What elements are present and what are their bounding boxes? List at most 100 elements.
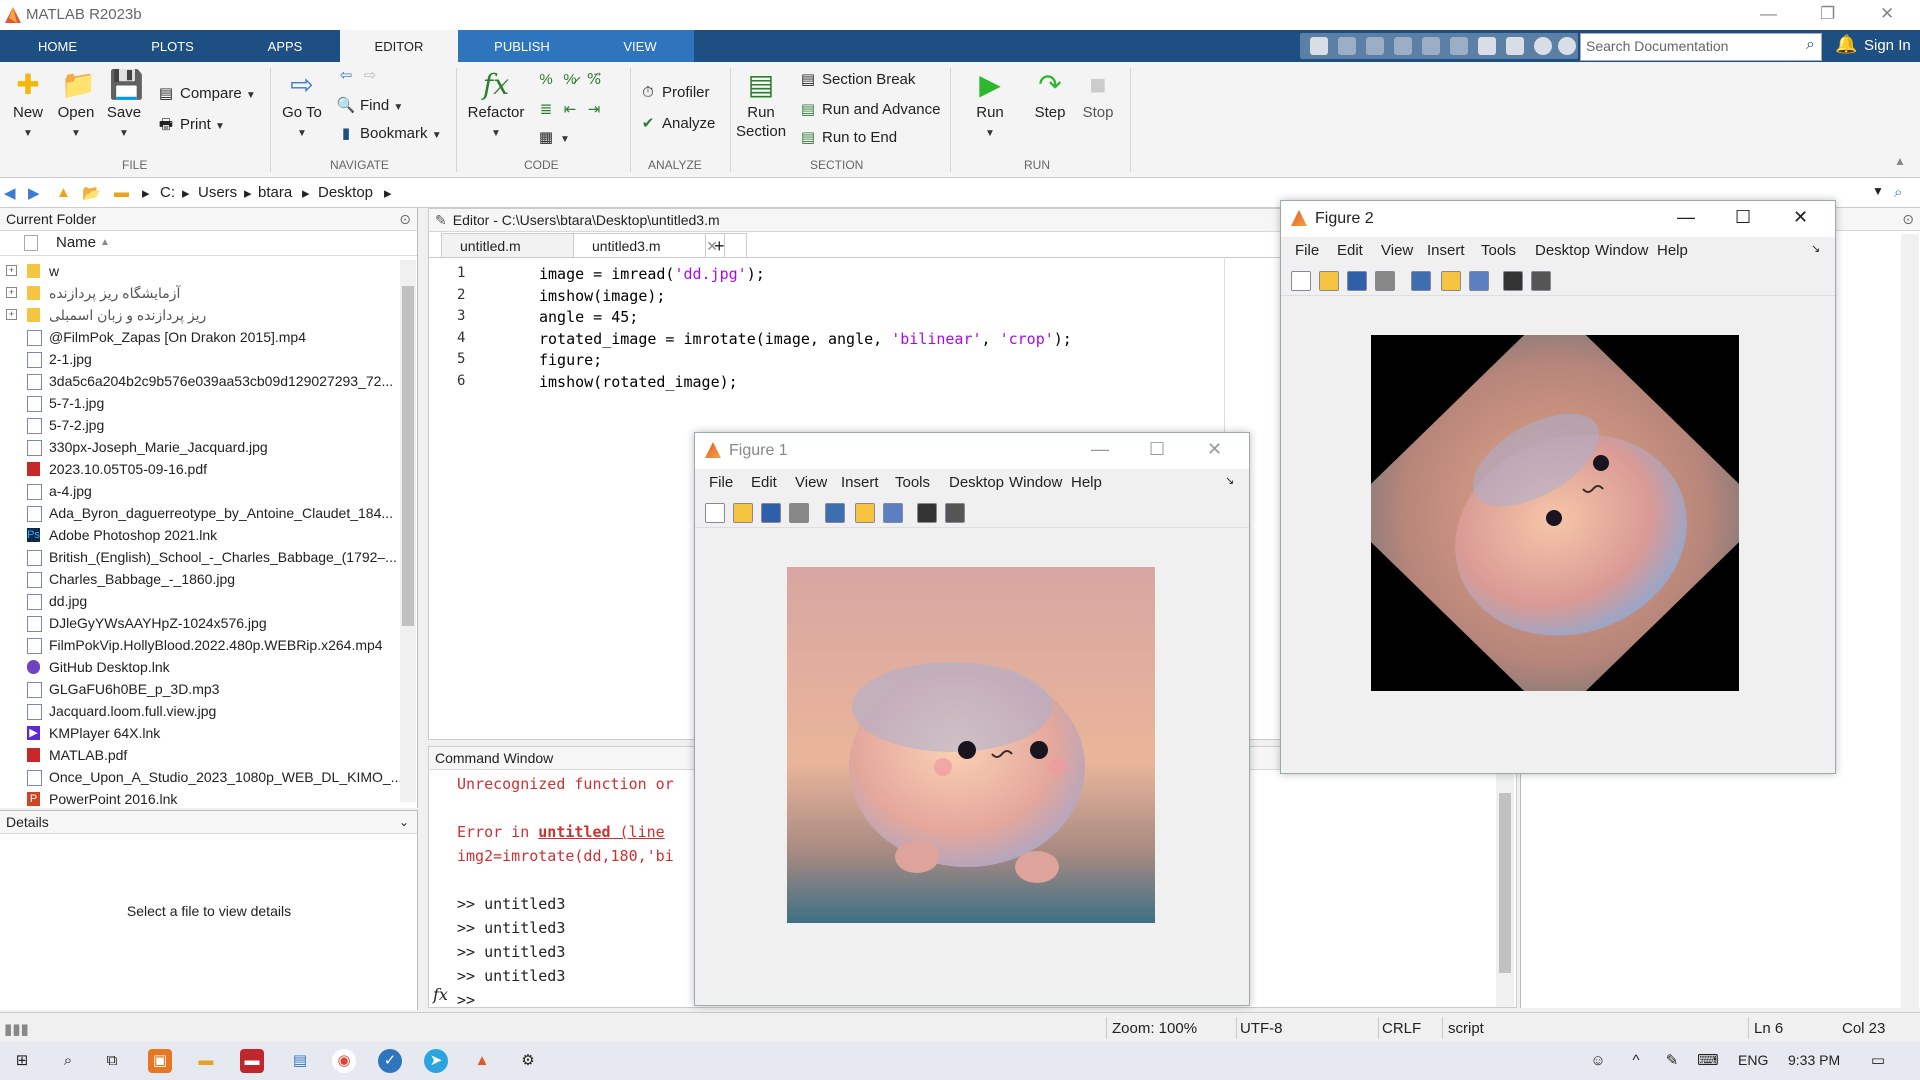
file-row[interactable]: Ps Adobe Photoshop 2021.lnk xyxy=(0,524,400,546)
new-figure-icon[interactable] xyxy=(705,503,725,523)
folder-row[interactable]: + w xyxy=(0,260,400,282)
file-row[interactable]: MATLAB.pdf xyxy=(0,744,400,766)
save-figure-icon[interactable] xyxy=(761,503,781,523)
print-figure-icon[interactable] xyxy=(1375,271,1395,291)
collapse-ribbon-icon[interactable]: ▲ xyxy=(1894,154,1906,168)
maximize-icon[interactable]: ☐ xyxy=(1735,207,1751,228)
code-line[interactable]: figure; xyxy=(539,351,602,369)
community-icon[interactable] xyxy=(1558,37,1576,55)
stop-button[interactable]: ■ Stop xyxy=(1074,70,1122,122)
file-row[interactable]: 5-7-1.jpg xyxy=(0,392,400,414)
figure-menu-insert[interactable]: Insert xyxy=(1427,242,1465,259)
tray-expand-icon[interactable]: ^ xyxy=(1624,1049,1648,1073)
increase-indent-icon[interactable]: ⇥ xyxy=(584,100,604,118)
figure-menu-file[interactable]: File xyxy=(709,474,733,491)
file-row[interactable]: 2-1.jpg xyxy=(0,348,400,370)
file-row[interactable]: Jacquard.loom.full.view.jpg xyxy=(0,700,400,722)
error-file-link[interactable]: untitled xyxy=(538,823,610,841)
back-arrow-icon[interactable]: ⇦ xyxy=(336,66,356,84)
task-view-icon[interactable]: ⧉ xyxy=(100,1049,124,1073)
file-row[interactable]: 3da5c6a204b2c9b576e039aa53cb09d129027293… xyxy=(0,370,400,392)
help-icon[interactable] xyxy=(1534,37,1552,55)
tab-plots[interactable]: PLOTS xyxy=(115,30,230,62)
file-row[interactable]: a-4.jpg xyxy=(0,480,400,502)
dock-icon[interactable]: ↘ xyxy=(1811,242,1820,255)
search-icon[interactable]: ⌕ xyxy=(1806,36,1815,54)
file-row[interactable]: 2023.10.05T05-09-16.pdf xyxy=(0,458,400,480)
app-icon[interactable]: ▤ xyxy=(288,1049,312,1073)
run-section-button[interactable]: ▤ Run Section xyxy=(736,70,786,141)
notification-bell-icon[interactable]: 🔔 xyxy=(1835,34,1857,55)
wrap-comment-icon[interactable]: %⃗ xyxy=(584,70,604,88)
bookmark-button[interactable]: ▮ Bookmark ▼ xyxy=(336,124,442,142)
maximize-icon[interactable]: ☐ xyxy=(1149,439,1165,460)
pen-icon[interactable]: ✎ xyxy=(1660,1049,1684,1073)
figure-menu-desktop[interactable]: Desktop xyxy=(1535,242,1590,259)
close-icon[interactable]: ✕ xyxy=(1793,207,1808,228)
search-icon[interactable]: ⌕ xyxy=(56,1049,80,1073)
code-line[interactable]: image = imread('dd.jpg'); xyxy=(539,265,765,283)
property-inspector-icon[interactable] xyxy=(1531,271,1551,291)
print-button[interactable]: 🖶 Print ▼ xyxy=(156,114,225,139)
pointer-icon[interactable] xyxy=(917,503,937,523)
dock-icon[interactable]: ↘ xyxy=(1225,474,1234,487)
scrollbar-thumb[interactable] xyxy=(1499,793,1511,973)
language-indicator[interactable]: ENG xyxy=(1738,1052,1768,1068)
file-row[interactable]: ▶ KMPlayer 64X.lnk xyxy=(0,722,400,744)
tab-view[interactable]: VIEW xyxy=(586,30,694,62)
restore-icon[interactable]: ❐ xyxy=(1820,4,1835,24)
file-row[interactable]: GLGaFU6h0BE_p_3D.mp3 xyxy=(0,678,400,700)
figure-menu-help[interactable]: Help xyxy=(1657,242,1688,259)
file-row[interactable]: DJleGyYWsAAYHpZ-1024x576.jpg xyxy=(0,612,400,634)
run-button[interactable]: ▶ Run ▼ xyxy=(966,70,1014,143)
vertical-scrollbar[interactable] xyxy=(400,260,416,802)
figure-1-window[interactable]: Figure 1 — ☐ ✕ File Edit View Insert Tools De… xyxy=(694,432,1250,1006)
figure-menu-tools[interactable]: Tools xyxy=(1481,242,1516,259)
figure-menu-desktop[interactable]: Desktop xyxy=(949,474,1004,491)
copy-icon[interactable] xyxy=(1366,37,1384,55)
code-line[interactable]: imshow(rotated_image); xyxy=(539,373,738,391)
browse-folder-icon[interactable]: 📂 xyxy=(82,184,101,202)
figure-menu-edit[interactable]: Edit xyxy=(1337,242,1363,259)
layout-icon[interactable] xyxy=(1506,37,1524,55)
find-button[interactable]: 🔍 Find ▼ xyxy=(336,96,404,114)
close-icon[interactable]: ✕ xyxy=(1207,439,1222,460)
scrollbar-thumb[interactable] xyxy=(402,286,414,626)
matlab-taskbar-icon[interactable]: ▲ xyxy=(470,1049,494,1073)
switch-windows-icon[interactable] xyxy=(1478,37,1496,55)
print-figure-icon[interactable] xyxy=(789,503,809,523)
minimize-icon[interactable]: — xyxy=(1091,439,1109,460)
editor-tab-untitled3[interactable]: untitled3.m ✕ xyxy=(573,233,725,258)
profiler-button[interactable]: ⏱ Profiler xyxy=(638,84,709,101)
back-forward-icons[interactable]: ⇦ ⇨ xyxy=(336,66,384,84)
minimize-icon[interactable]: — xyxy=(1760,4,1777,24)
code-line[interactable]: rotated_image = imrotate(image, angle, '… xyxy=(539,330,1072,348)
code-line[interactable]: angle = 45; xyxy=(539,308,638,326)
search-documentation-input[interactable]: Search Documentation ⌕ xyxy=(1580,33,1822,61)
back-icon[interactable]: ◀ xyxy=(4,184,16,202)
file-row[interactable]: 330px-Joseph_Marie_Jacquard.jpg xyxy=(0,436,400,458)
new-figure-icon[interactable] xyxy=(1291,271,1311,291)
file-row[interactable]: @FilmPok_Zapas [On Drakon 2015].mp4 xyxy=(0,326,400,348)
workspace-scrollbar[interactable] xyxy=(1901,234,1919,1014)
figure-menu-tools[interactable]: Tools xyxy=(895,474,930,491)
file-row[interactable]: Charles_Babbage_-_1860.jpg xyxy=(0,568,400,590)
step-button[interactable]: ↷ Step xyxy=(1026,70,1074,122)
figure-menu-file[interactable]: File xyxy=(1295,242,1319,259)
new-button[interactable]: ✚ New ▼ xyxy=(8,70,48,143)
figure-menu-edit[interactable]: Edit xyxy=(751,474,777,491)
open-button[interactable]: 📁 Open ▼ xyxy=(54,70,98,143)
forward-icon[interactable]: ▶ xyxy=(28,184,40,202)
refactor-button[interactable]: fx Refactor ▼ xyxy=(466,70,526,143)
colorbar-icon[interactable] xyxy=(855,503,875,523)
path-segment[interactable]: Desktop xyxy=(318,184,373,201)
command-scrollbar[interactable] xyxy=(1496,773,1514,1007)
error-line-link[interactable]: (line xyxy=(611,823,665,841)
figure-menu-help[interactable]: Help xyxy=(1071,474,1102,491)
link-plot-icon[interactable] xyxy=(825,503,845,523)
telegram-icon[interactable]: ➤ xyxy=(424,1049,448,1073)
uncomment-icon[interactable]: %̷ xyxy=(560,71,580,88)
pointer-icon[interactable] xyxy=(1503,271,1523,291)
editor-tab-untitled[interactable]: untitled.m✕ xyxy=(441,233,593,258)
panel-menu-icon[interactable]: ⊙ xyxy=(1902,208,1914,230)
